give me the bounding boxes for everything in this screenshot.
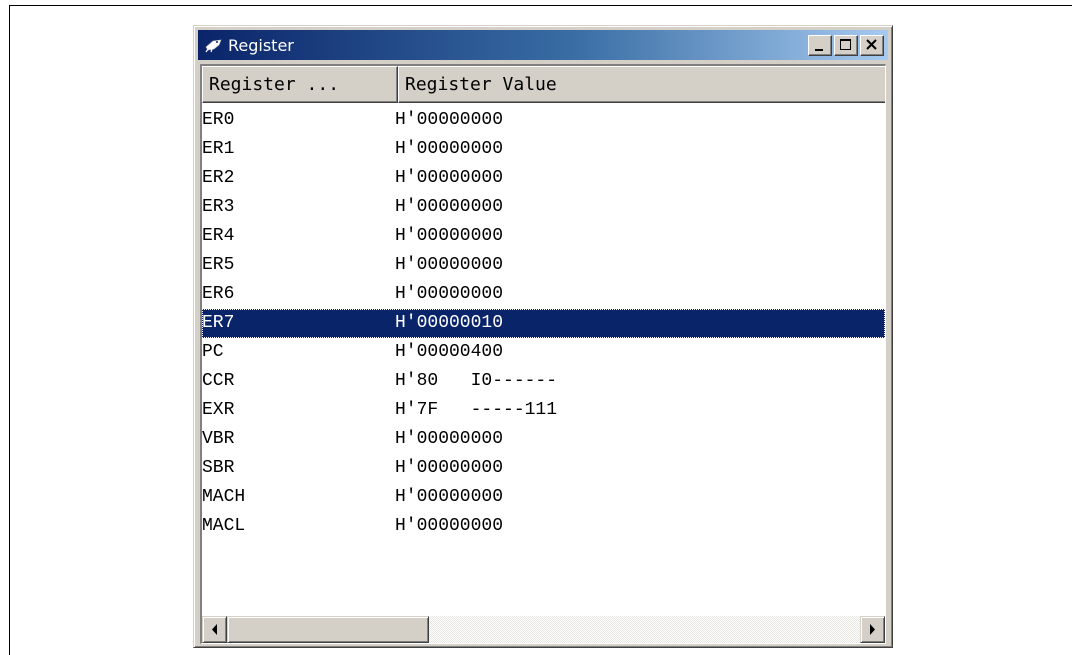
list-header: Register ... Register Value	[202, 66, 885, 103]
close-icon	[866, 39, 877, 50]
register-value: H'00000000	[395, 139, 504, 159]
title-bar[interactable]: Register	[198, 30, 888, 60]
register-name: ER4	[202, 226, 235, 246]
scroll-right-button[interactable]	[860, 616, 885, 643]
register-name: ER6	[202, 284, 235, 304]
register-row-er3[interactable]: ER3 H'00000000	[202, 193, 885, 222]
register-name: MACH	[202, 487, 246, 507]
register-window-icon	[204, 37, 224, 53]
register-name: ER3	[202, 197, 235, 217]
horizontal-scrollbar[interactable]	[202, 616, 885, 643]
register-name: SBR	[202, 458, 235, 478]
register-row-er2[interactable]: ER2 H'00000000	[202, 164, 885, 193]
register-name: MACL	[202, 516, 246, 536]
register-row-er7[interactable]: ER7 H'00000010	[202, 309, 885, 338]
register-name: PC	[202, 342, 224, 362]
register-row-er0[interactable]: ER0 H'00000000	[202, 106, 885, 135]
register-value: H'00000000	[395, 284, 504, 304]
register-row-ccr[interactable]: CCR H'80 I0------	[202, 367, 885, 396]
register-name: ER7	[202, 313, 235, 333]
arrow-left-icon	[212, 624, 217, 635]
scrollbar-thumb[interactable]	[227, 616, 429, 643]
register-rows: ER0 H'00000000 ER1 H'00000000 ER2 H'0000…	[202, 106, 885, 541]
minimize-icon	[815, 49, 823, 51]
minimize-button[interactable]	[808, 35, 832, 56]
register-row-mach[interactable]: MACH H'00000000	[202, 483, 885, 512]
column-header-register-value[interactable]: Register Value	[398, 66, 885, 103]
register-row-exr[interactable]: EXR H'7F -----111	[202, 396, 885, 425]
register-value: H'00000000	[395, 429, 504, 449]
register-name: CCR	[202, 371, 235, 391]
register-value: H'00000000	[395, 487, 504, 507]
maximize-button[interactable]	[834, 35, 858, 56]
register-row-er6[interactable]: ER6 H'00000000	[202, 280, 885, 309]
register-value: H'00000000	[395, 110, 504, 130]
register-name: EXR	[202, 400, 235, 420]
register-value: H'00000010	[395, 313, 504, 333]
register-value: H'00000000	[395, 255, 504, 275]
register-name: ER2	[202, 168, 235, 188]
register-row-sbr[interactable]: SBR H'00000000	[202, 454, 885, 483]
register-value: H'00000000	[395, 197, 504, 217]
register-row-vbr[interactable]: VBR H'00000000	[202, 425, 885, 454]
register-name: ER5	[202, 255, 235, 275]
register-value: H'00000000	[395, 458, 504, 478]
register-value: H'80 I0------	[395, 371, 558, 391]
scroll-left-button[interactable]	[202, 616, 227, 643]
register-name: VBR	[202, 429, 235, 449]
register-row-er1[interactable]: ER1 H'00000000	[202, 135, 885, 164]
close-button[interactable]	[860, 35, 884, 56]
register-row-macl[interactable]: MACL H'00000000	[202, 512, 885, 541]
register-row-er4[interactable]: ER4 H'00000000	[202, 222, 885, 251]
arrow-right-icon	[870, 624, 875, 635]
register-row-pc[interactable]: PC H'00000400	[202, 338, 885, 367]
column-header-register-name[interactable]: Register ...	[202, 66, 398, 103]
window-title: Register	[228, 36, 294, 55]
register-value: H'00000000	[395, 516, 504, 536]
register-window: Register Register ... Register Value ER0	[193, 25, 893, 648]
maximize-icon	[840, 39, 851, 50]
register-row-er5[interactable]: ER5 H'00000000	[202, 251, 885, 280]
register-list[interactable]: Register ... Register Value ER0 H'000000…	[200, 64, 886, 644]
register-value: H'00000000	[395, 168, 504, 188]
register-value: H'00000000	[395, 226, 504, 246]
figure-frame-top	[9, 5, 1072, 6]
register-name: ER0	[202, 110, 235, 130]
register-value: H'00000400	[395, 342, 504, 362]
register-name: ER1	[202, 139, 235, 159]
register-value: H'7F -----111	[395, 400, 558, 420]
figure-frame-left	[9, 5, 10, 655]
